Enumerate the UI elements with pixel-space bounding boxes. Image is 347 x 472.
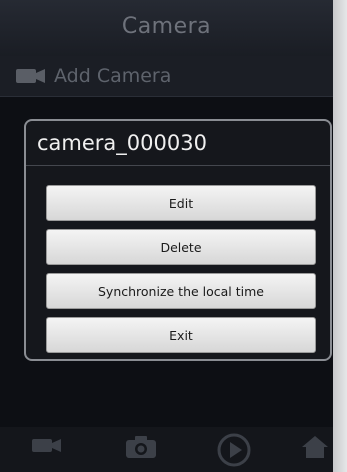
device-bezel xyxy=(333,0,347,472)
page-title: Camera xyxy=(121,14,212,39)
add-camera-row[interactable]: Add Camera xyxy=(0,56,333,97)
bottom-tab-bar xyxy=(0,427,333,472)
sync-time-button[interactable]: Synchronize the local time xyxy=(46,273,316,309)
dialog-title: camera_000030 xyxy=(37,131,207,155)
delete-button[interactable]: Delete xyxy=(46,229,316,265)
play-icon[interactable] xyxy=(216,433,252,471)
dialog-divider xyxy=(26,165,330,166)
title-bar: Camera xyxy=(0,0,333,56)
phone-screen: Camera Add Camera camera_000030 Edit Del… xyxy=(0,0,333,472)
photo-camera-icon[interactable] xyxy=(124,433,158,463)
camera-options-dialog: camera_000030 Edit Delete Synchronize th… xyxy=(24,119,332,361)
home-icon[interactable] xyxy=(300,433,330,463)
exit-button[interactable]: Exit xyxy=(46,317,316,353)
edit-button[interactable]: Edit xyxy=(46,185,316,221)
video-camera-icon[interactable] xyxy=(30,433,64,461)
add-camera-label: Add Camera xyxy=(54,65,172,87)
video-camera-icon xyxy=(16,68,46,88)
